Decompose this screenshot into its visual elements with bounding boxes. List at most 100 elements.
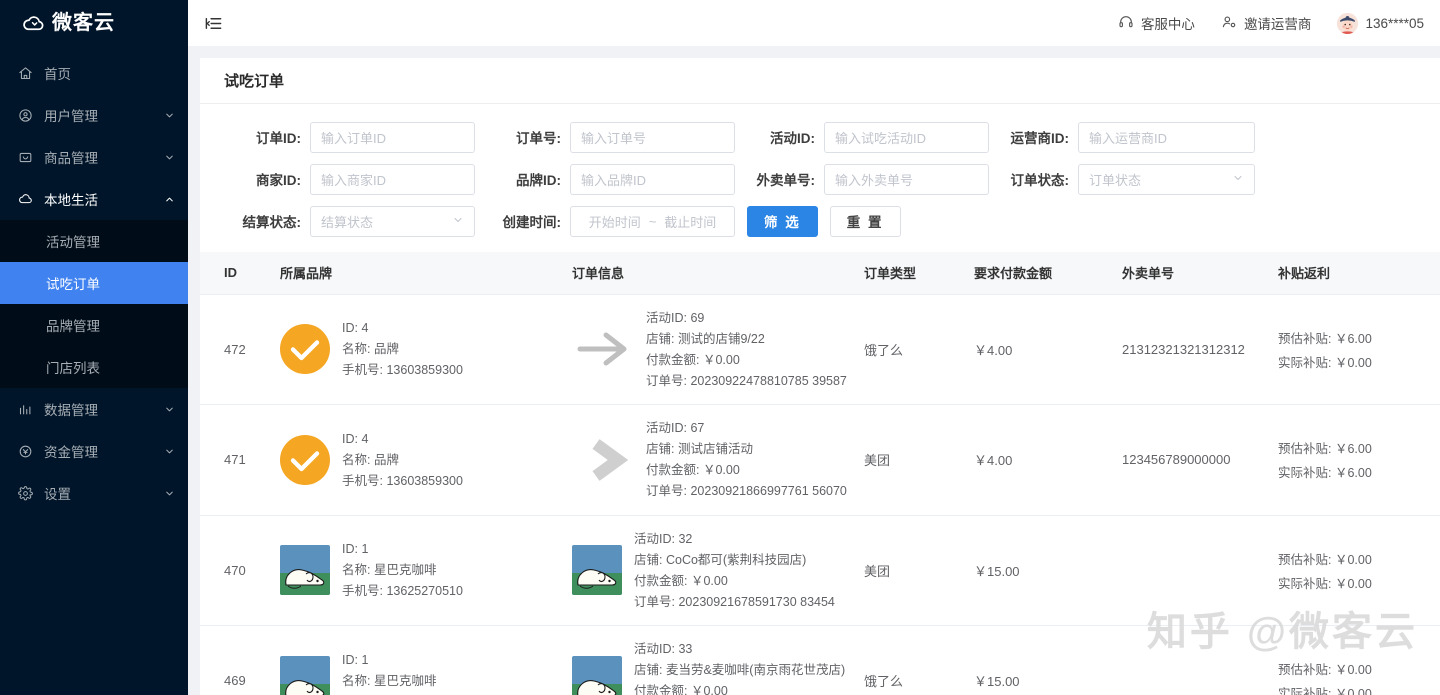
cell-id: 469 — [200, 625, 272, 695]
table-body: 472 ID: 4 名称: 品牌 手机号: 13603859300 活动ID: … — [200, 294, 1440, 695]
reset-button[interactable]: 重 置 — [829, 205, 901, 237]
table-row[interactable]: 470 ID: 1 名称: 星巴克咖啡 手机号: 13625270510 活动I… — [200, 515, 1440, 626]
order-no-input[interactable]: 输入订单号 — [570, 121, 735, 153]
pay-amount-label: 付款金额: — [646, 463, 700, 478]
local-life-icon — [18, 192, 33, 207]
merchant-id-input[interactable]: 输入商家ID — [310, 163, 475, 195]
actual-subsidy-label: 实际补贴: — [1278, 466, 1332, 481]
pay-amount-value: ￥0.00 — [702, 463, 740, 478]
pay-amount-label: 付款金额: — [634, 573, 688, 588]
brand-id-value: 1 — [361, 652, 369, 667]
sidebar-item-fund-management[interactable]: 资金管理 — [0, 430, 188, 472]
order-id-input[interactable]: 输入订单ID — [310, 121, 475, 153]
brand-name-label: 名称: — [342, 673, 371, 688]
support-center-label: 客服中心 — [1140, 17, 1195, 32]
activity-id-label: 活动ID: — [646, 310, 687, 325]
estimated-subsidy-value: ￥6.00 — [1334, 331, 1372, 346]
user-menu[interactable]: 136****05 — [1337, 12, 1424, 34]
table-row[interactable]: 471 ID: 4 名称: 品牌 手机号: 13603859300 活动ID: … — [200, 404, 1440, 516]
home-icon — [18, 66, 33, 81]
grey-chevron-icon[interactable] — [572, 435, 634, 485]
cell-order-type: 美团 — [856, 515, 966, 626]
sidebar-item-label: 用户管理 — [44, 109, 98, 124]
table-row[interactable]: 472 ID: 4 名称: 品牌 手机号: 13603859300 活动ID: … — [200, 294, 1440, 405]
brand-name-value: 品牌 — [373, 452, 399, 467]
cell-amount: ￥15.00 — [966, 515, 1114, 626]
placeholder-text: 输入品牌ID — [581, 172, 647, 188]
sidebar-submenu-local-life: 活动管理 试吃订单 品牌管理 门店列表 — [0, 220, 188, 388]
order-status-select[interactable]: 订单状态 — [1078, 163, 1255, 195]
placeholder-text: 输入订单ID — [321, 130, 387, 146]
operator-id-input[interactable]: 输入运营商ID — [1078, 121, 1255, 153]
estimated-subsidy-value: ￥6.00 — [1334, 442, 1372, 457]
dog-photo[interactable] — [572, 655, 622, 695]
filter-brand-id: 品牌ID: 输入品牌ID — [475, 163, 735, 195]
dog-photo[interactable] — [280, 545, 330, 596]
filter-label: 订单状态: — [1010, 173, 1070, 188]
activity-id-input[interactable]: 输入试吃活动ID — [824, 121, 989, 153]
sidebar-subitem-label: 门店列表 — [46, 361, 100, 376]
logo[interactable]: 微客云 — [0, 0, 188, 46]
actual-subsidy-value: ￥0.00 — [1334, 576, 1372, 591]
brand-id-input[interactable]: 输入品牌ID — [570, 163, 735, 195]
dog-photo[interactable] — [572, 545, 622, 596]
sidebar-subitem-tasting-orders[interactable]: 试吃订单 — [0, 262, 188, 304]
sidebar-item-user-management[interactable]: 用户管理 — [0, 94, 188, 136]
filter-button[interactable]: 筛 选 — [747, 205, 818, 237]
col-header-waimai: 外卖单号 — [1114, 252, 1270, 295]
support-center-button[interactable]: 客服中心 — [1118, 13, 1195, 33]
orange-check-icon[interactable] — [280, 434, 330, 485]
cell-id: 470 — [200, 515, 272, 626]
table-row[interactable]: 469 ID: 1 名称: 星巴克咖啡 活动ID: 33 店铺: 麦当劳&麦咖啡… — [200, 625, 1440, 695]
invite-operator-button[interactable]: 邀请运营商 — [1221, 13, 1311, 33]
cell-subsidy: 预估补贴: ￥6.00 实际补贴: ￥0.00 — [1270, 294, 1440, 405]
shop-label: 店铺: — [646, 331, 675, 346]
filter-label: 订单号: — [516, 131, 561, 146]
sidebar: 微客云 首页 用户管理 商品管理 本地生活 活动管理 试吃订单 品牌管理 门店列… — [0, 0, 188, 695]
brand-phone-label: 手机号: — [342, 473, 383, 488]
sidebar-item-label: 商品管理 — [44, 151, 98, 166]
sidebar-item-settings[interactable]: 设置 — [0, 472, 188, 514]
brand-id-label: ID: — [342, 652, 358, 667]
cell-order-type: 饿了么 — [856, 294, 966, 405]
brand-name-label: 名称: — [342, 563, 371, 578]
placeholder-text: 订单状态 — [1089, 172, 1142, 188]
actual-subsidy-label: 实际补贴: — [1278, 355, 1332, 370]
sidebar-item-label: 资金管理 — [44, 445, 98, 460]
brand-phone-label: 手机号: — [342, 363, 383, 378]
col-header-type: 订单类型 — [856, 252, 966, 295]
sidebar-subitem-activity-management[interactable]: 活动管理 — [0, 220, 188, 262]
cell-order-type: 美团 — [856, 404, 966, 516]
sidebar-subitem-store-list[interactable]: 门店列表 — [0, 346, 188, 388]
sidebar-subitem-brand-management[interactable]: 品牌管理 — [0, 304, 188, 346]
waimai-no-input[interactable]: 输入外卖单号 — [824, 163, 989, 195]
sidebar-item-local-life[interactable]: 本地生活 — [0, 178, 188, 220]
created-date-range[interactable]: 开始时间 ~ 截止时间 — [570, 205, 735, 237]
sidebar-subitem-label: 品牌管理 — [46, 319, 100, 334]
sidebar-item-data-management[interactable]: 数据管理 — [0, 388, 188, 430]
sidebar-item-goods-management[interactable]: 商品管理 — [0, 136, 188, 178]
orange-check-icon[interactable] — [280, 324, 330, 375]
sidebar-item-home[interactable]: 首页 — [0, 52, 188, 94]
filter-order-id: 订单ID: 输入订单ID — [200, 121, 475, 153]
chevron-down-icon — [158, 488, 180, 499]
brand-id-label: ID: — [342, 321, 358, 336]
cell-amount: ￥4.00 — [966, 294, 1114, 405]
order-no-label: 订单号: — [646, 484, 687, 499]
settle-status-select[interactable]: 结算状态 — [310, 205, 475, 237]
dog-photo[interactable] — [280, 655, 330, 695]
actual-subsidy-value: ￥6.00 — [1334, 466, 1372, 481]
menu-fold-icon[interactable] — [202, 12, 224, 34]
filter-label: 订单ID: — [256, 131, 301, 146]
orders-table-wrapper[interactable]: ID 所属品牌 订单信息 订单类型 要求付款金额 外卖单号 补贴返利 472 I… — [200, 252, 1440, 695]
goods-icon — [18, 150, 33, 165]
brand-id-label: ID: — [342, 542, 358, 557]
activity-id-value: 67 — [690, 421, 705, 435]
filter-label: 商家ID: — [256, 173, 301, 188]
headset-icon — [1118, 14, 1134, 33]
content-area: 试吃订单 订单ID: 输入订单ID 订单号: 输入订单号 活动ID: 输入试吃活… — [188, 46, 1440, 695]
page-title: 试吃订单 — [224, 73, 285, 90]
start-date-placeholder: 开始时间 — [588, 214, 641, 230]
grey-arrow-icon[interactable] — [572, 324, 634, 374]
money-icon — [18, 444, 33, 459]
